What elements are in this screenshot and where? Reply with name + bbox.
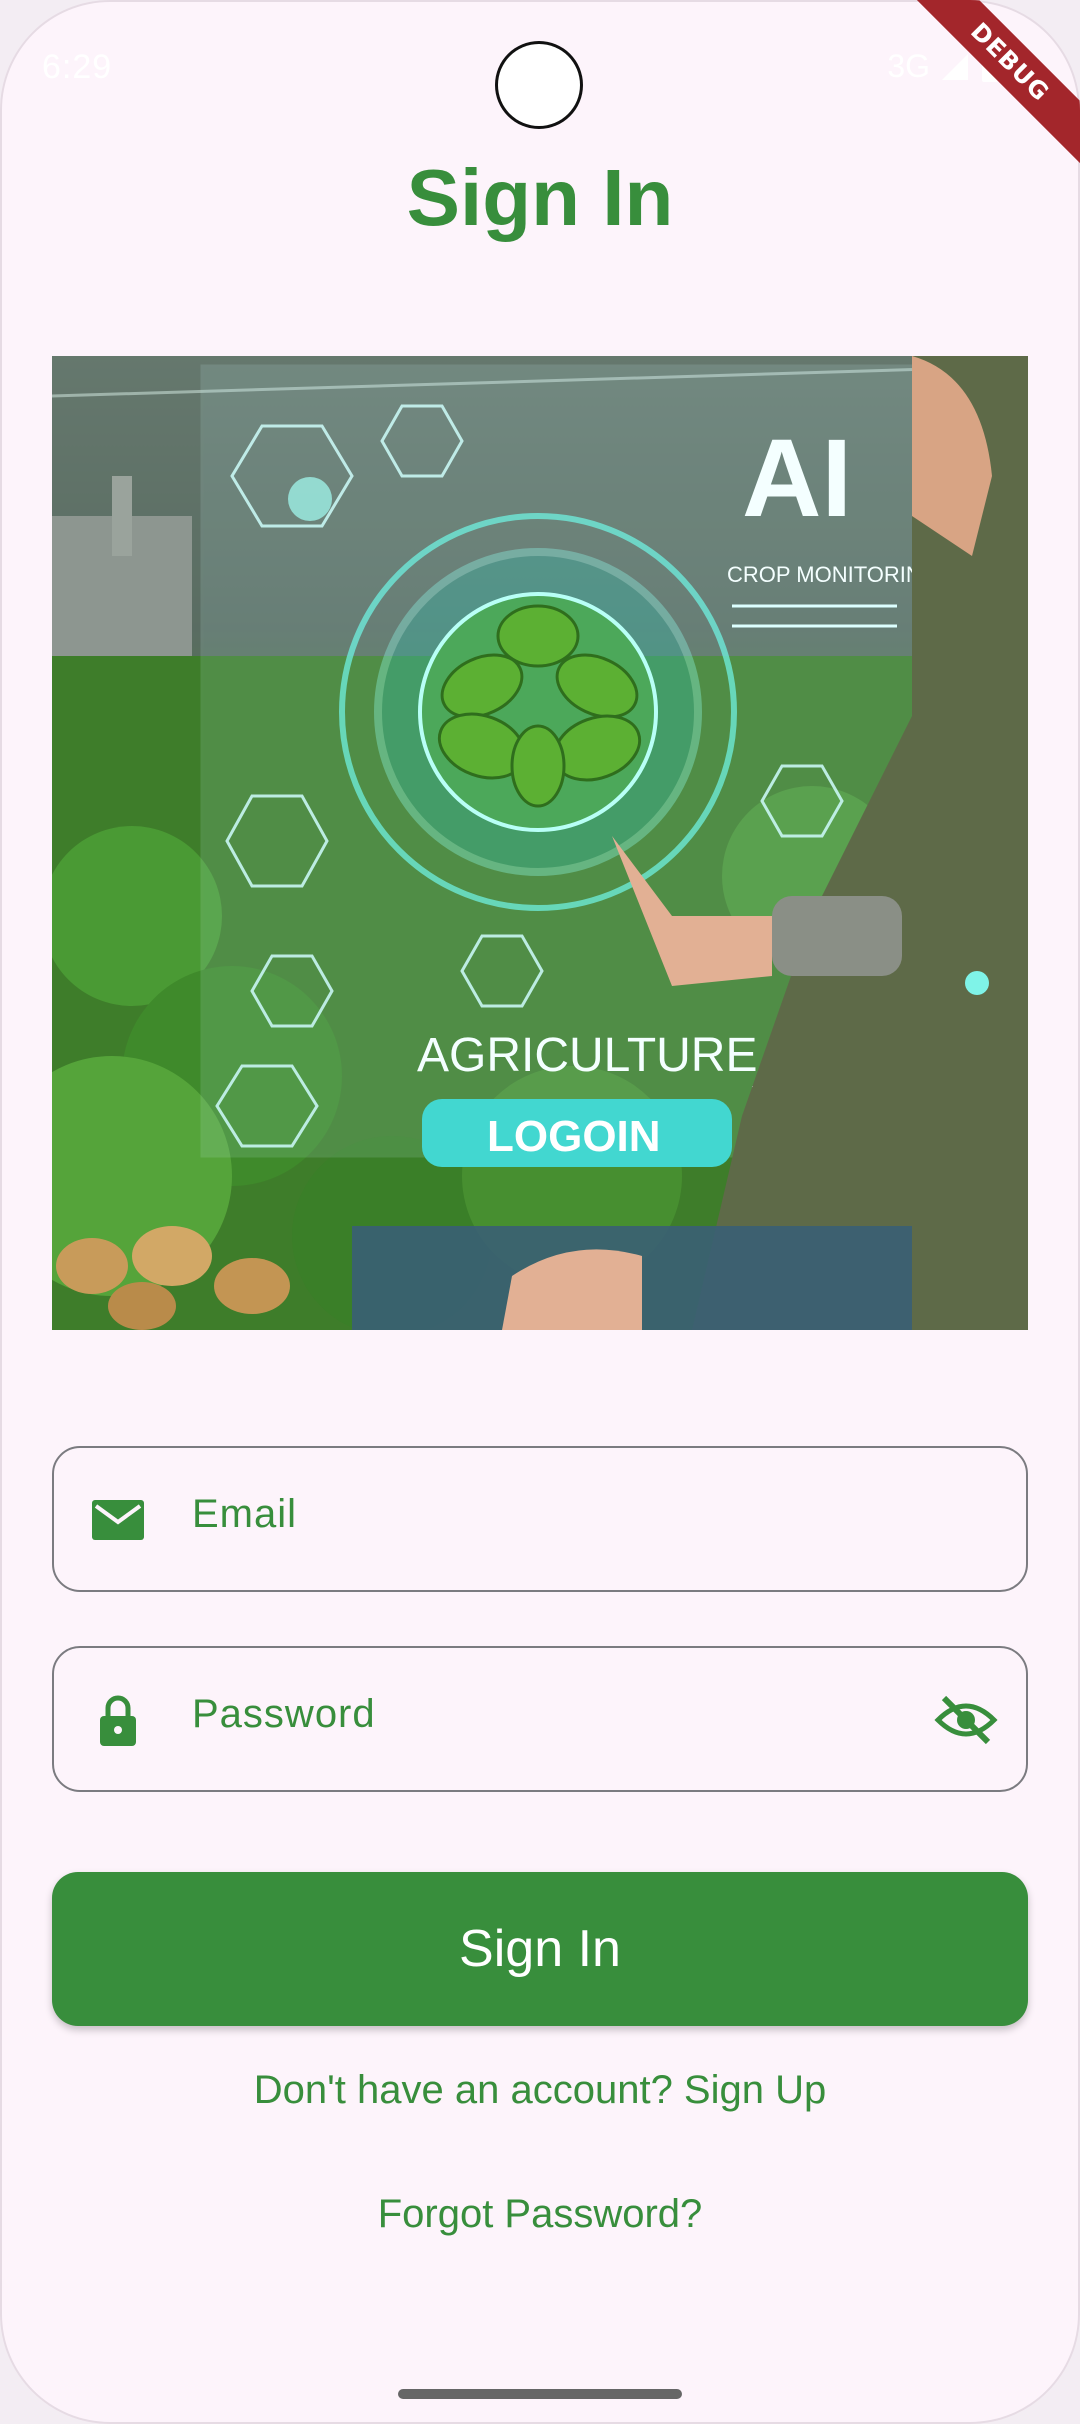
page-title: Sign In — [406, 153, 674, 242]
email-field[interactable]: Email — [52, 1446, 1028, 1592]
lock-icon — [100, 1695, 136, 1746]
status-time: 6:29 — [42, 48, 113, 86]
visibility-off-icon[interactable] — [934, 1692, 998, 1748]
hero-ai-text: AI — [742, 417, 852, 540]
signal-icon — [942, 53, 968, 80]
phone-screen: 6:29 3G DEBUG Sign In AI CROP MONITORING… — [0, 0, 1080, 2424]
sign-up-link[interactable]: Don't have an account? Sign Up — [0, 2068, 1080, 2113]
hero-crop-text: CROP MONITORING — [727, 562, 939, 587]
email-icon — [92, 1500, 144, 1540]
forgot-password-link[interactable]: Forgot Password? — [0, 2192, 1080, 2237]
ai-agriculture-illustration: AI CROP MONITORING AGRICULTURE LOGOIN — [52, 356, 1028, 1330]
front-camera — [498, 44, 580, 126]
network-type: 3G — [887, 48, 930, 84]
hero-agriculture-text: AGRICULTURE — [417, 1029, 757, 1082]
home-indicator — [398, 2389, 682, 2399]
email-placeholder: Email — [192, 1492, 298, 1536]
password-field[interactable]: Password — [52, 1646, 1028, 1792]
password-placeholder: Password — [192, 1692, 376, 1736]
hero-login-text: LOGOIN — [487, 1112, 661, 1161]
hero-image: AI CROP MONITORING AGRICULTURE LOGOIN — [52, 356, 1028, 1330]
sign-in-button[interactable]: Sign In — [52, 1872, 1028, 2026]
